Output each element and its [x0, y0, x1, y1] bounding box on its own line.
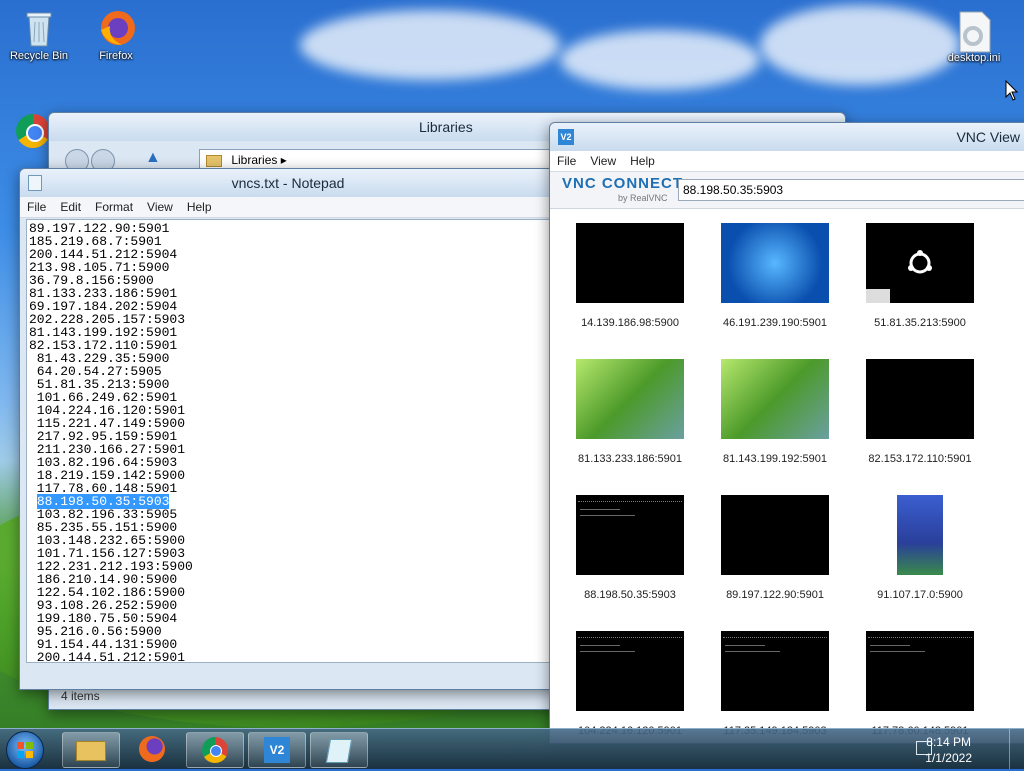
vnc-address-input[interactable]: 88.198.50.35:5903 [678, 179, 1024, 201]
vnc-connection-tile[interactable]: 104.224.16.120:5901 [570, 631, 690, 737]
vnc-app-icon: V2 [558, 129, 574, 145]
taskbar-vnc-viewer[interactable]: V2 [248, 732, 306, 768]
vnc-connection-tile[interactable]: 51.81.35.213:5900 [860, 223, 980, 329]
desktop-icon-firefox[interactable]: Firefox [80, 8, 152, 62]
breadcrumb[interactable]: Libraries [231, 153, 277, 167]
vnc-viewer-window[interactable]: V2 VNC View File View Help VNC CONNECT by … [549, 122, 1024, 744]
firefox-icon [139, 736, 165, 762]
notepad-title: vncs.txt - Notepad [231, 175, 345, 191]
show-desktop-button[interactable] [1009, 729, 1024, 769]
notepad-titlebar[interactable]: vncs.txt - Notepad [20, 169, 556, 197]
desktop-icon-label: Firefox [99, 50, 133, 62]
vnc-titlebar[interactable]: V2 VNC View [550, 123, 1024, 151]
vnc-tile-label: 81.133.233.186:5901 [578, 453, 682, 465]
vnc-tile-label: 89.197.122.90:5901 [726, 589, 824, 601]
notepad-menu-item[interactable]: Help [180, 200, 219, 214]
notepad-icon [325, 739, 353, 763]
remote-screen-thumbnail [576, 495, 684, 575]
vnc-tile-label: 91.107.17.0:5900 [877, 589, 963, 601]
libraries-title: Libraries [419, 119, 473, 135]
notepad-menubar: File Edit Format View Help [20, 197, 556, 218]
taskbar-chrome[interactable] [186, 732, 244, 768]
remote-screen-thumbnail [866, 631, 974, 711]
taskbar-firefox[interactable] [124, 732, 180, 766]
remote-screen-thumbnail [721, 223, 829, 303]
mouse-cursor-icon [1005, 80, 1019, 101]
notepad-menu-item[interactable]: File [20, 200, 53, 214]
vnc-title: VNC View [956, 129, 1020, 145]
vnc-tile-label: 81.143.199.192:5901 [723, 453, 827, 465]
text-line: 200.144.51.212:5901 [29, 650, 186, 663]
desktop-icon-label: Recycle Bin [9, 50, 69, 62]
clock-time: 8:14 PM [926, 735, 971, 749]
vnc-connection-tile[interactable]: 81.133.233.186:5901 [570, 359, 690, 465]
vnc-logo: VNC CONNECT [562, 175, 684, 192]
vnc-tile-label: 82.153.172.110:5901 [868, 453, 972, 465]
remote-screen-thumbnail [866, 223, 974, 303]
vnc-connection-tile[interactable]: 46.191.239.190:5901 [715, 223, 835, 329]
clock-date: 1/1/2022 [925, 751, 972, 765]
vnc-connection-tile[interactable]: 88.198.50.35:5903 [570, 495, 690, 601]
notepad-menu-item[interactable]: Edit [53, 200, 88, 214]
vnc-connection-tile[interactable]: 81.143.199.192:5901 [715, 359, 835, 465]
remote-screen-thumbnail [576, 631, 684, 711]
remote-screen-thumbnail [866, 359, 974, 439]
vnc-tile-label: 14.139.186.98:5900 [581, 317, 679, 329]
notepad-text-area[interactable]: 89.197.122.90:5901 185.219.68.7:5901 200.1… [26, 219, 550, 663]
recycle-bin-icon [19, 8, 59, 48]
remote-screen-thumbnail [576, 223, 684, 303]
folder-icon [206, 154, 222, 167]
vnc-connection-tile[interactable]: 117.35.149.184:5903 [715, 631, 835, 737]
up-arrow-icon[interactable]: ▲ [145, 149, 161, 167]
notepad-window[interactable]: vncs.txt - Notepad File Edit Format View Hel… [19, 168, 557, 690]
settings-file-icon [954, 10, 994, 53]
vnc-connection-tile[interactable]: 82.153.172.110:5901 [860, 359, 980, 465]
vnc-tile-label: 46.191.239.190:5901 [723, 317, 827, 329]
remote-screen-thumbnail [721, 495, 829, 575]
vnc-toolbar: VNC CONNECT by RealVNC 88.198.50.35:5903 [550, 172, 1024, 209]
vnc-menu-item[interactable]: File [550, 154, 583, 168]
desktop-icon-recycle-bin[interactable]: Recycle Bin [3, 8, 75, 62]
remote-screen-thumbnail [721, 631, 829, 711]
remote-screen-thumbnail [576, 359, 684, 439]
taskbar-clock[interactable]: 8:14 PM 1/1/2022 [925, 734, 972, 766]
vnc-connection-tile[interactable]: 89.197.122.90:5901 [715, 495, 835, 601]
desktop-icon-desktop-ini[interactable]: desktop.ini [938, 10, 1010, 64]
chrome-icon [202, 737, 228, 763]
vnc-tile-label: 51.81.35.213:5900 [874, 317, 966, 329]
vnc-connection-tile[interactable]: 91.107.17.0:5900 [860, 495, 980, 601]
chevron-right-icon: ▸ [280, 153, 287, 167]
remote-screen-thumbnail [866, 495, 974, 575]
taskbar: V2 8:14 PM 1/1/2022 [0, 728, 1024, 769]
vnc-connection-tile[interactable]: 14.139.186.98:5900 [570, 223, 690, 329]
vnc-menubar: File View Help [550, 151, 1024, 172]
vnc-menu-item[interactable]: Help [623, 154, 662, 168]
taskbar-notepad[interactable] [310, 732, 368, 768]
vnc-app-icon: V2 [264, 737, 290, 763]
libraries-status: 4 items [61, 689, 100, 703]
vnc-menu-item[interactable]: View [583, 154, 623, 168]
firefox-icon [96, 8, 136, 48]
remote-screen-thumbnail [721, 359, 829, 439]
vnc-connection-tile[interactable]: 117.78.60.148:5901 [860, 631, 980, 737]
notepad-menu-item[interactable]: View [140, 200, 180, 214]
start-button[interactable] [6, 731, 44, 769]
folder-icon [76, 741, 106, 761]
taskbar-explorer[interactable] [62, 732, 120, 768]
notepad-menu-item[interactable]: Format [88, 200, 140, 214]
vnc-logo-sub: by RealVNC [618, 193, 668, 203]
vnc-tile-label: 88.198.50.35:5903 [584, 589, 676, 601]
windows-logo-icon [17, 742, 33, 758]
chrome-shortcut-icon[interactable] [16, 114, 50, 148]
